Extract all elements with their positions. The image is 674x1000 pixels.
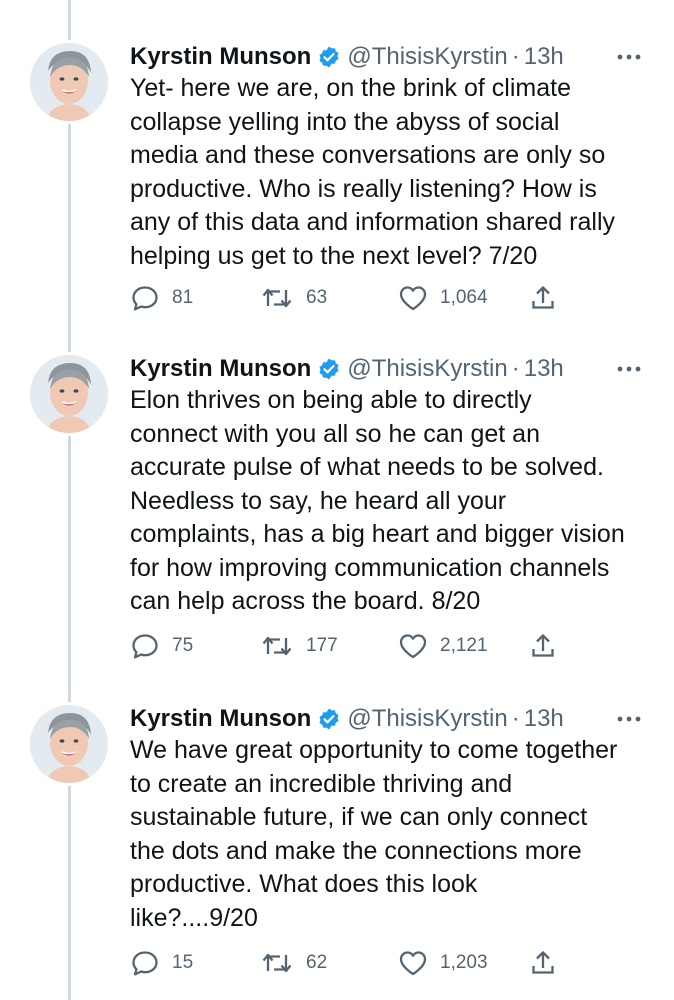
reply-count: 81	[172, 287, 194, 308]
like-count: 1,064	[440, 287, 488, 308]
reply-icon	[130, 949, 160, 977]
tweet[interactable]: Kyrstin Munson @ThisisKyrstin · 13h We h…	[0, 702, 674, 992]
reply-count: 75	[172, 635, 194, 656]
separator-dot: ·	[511, 43, 520, 70]
avatar-image	[30, 355, 108, 433]
separator-dot: ·	[511, 705, 520, 732]
like-icon	[398, 949, 428, 977]
author-handle[interactable]: @ThisisKyrstin	[347, 43, 507, 71]
more-icon[interactable]	[612, 40, 646, 74]
avatar[interactable]	[27, 702, 111, 786]
like-count: 2,121	[440, 635, 488, 656]
author-handle[interactable]: @ThisisKyrstin	[347, 355, 507, 383]
retweet-icon	[260, 285, 294, 311]
author-handle[interactable]: @ThisisKyrstin	[347, 705, 507, 733]
tweet[interactable]: Kyrstin Munson @ThisisKyrstin · 13h Yet-…	[0, 40, 674, 340]
timestamp[interactable]: 13h	[524, 355, 564, 383]
separator-dot: ·	[511, 355, 520, 382]
tweet-text: Elon thrives on being able to directly c…	[130, 386, 625, 615]
tweet-header: Kyrstin Munson @ThisisKyrstin · 13h	[130, 352, 650, 386]
reply-button[interactable]: 81	[130, 283, 193, 313]
reply-count: 15	[172, 952, 194, 973]
share-button[interactable]	[530, 631, 556, 661]
share-icon	[530, 632, 556, 660]
tweet[interactable]: Kyrstin Munson @ThisisKyrstin · 13h Elon…	[0, 352, 674, 672]
reply-button[interactable]: 75	[130, 631, 193, 661]
reply-button[interactable]: 15	[130, 948, 193, 978]
avatar-image	[30, 43, 108, 121]
timestamp[interactable]: 13h	[524, 43, 564, 71]
verified-badge-icon	[317, 707, 341, 731]
verified-badge-icon	[317, 357, 341, 381]
avatar[interactable]	[27, 352, 111, 436]
retweet-button[interactable]: 63	[260, 283, 327, 313]
author-name[interactable]: Kyrstin Munson	[130, 355, 311, 383]
retweet-icon	[260, 950, 294, 976]
tweet-header: Kyrstin Munson @ThisisKyrstin · 13h	[130, 40, 650, 74]
share-button[interactable]	[530, 948, 556, 978]
retweet-count: 177	[306, 635, 338, 656]
retweet-button[interactable]: 62	[260, 948, 327, 978]
share-icon	[530, 949, 556, 977]
action-bar: 75 177 2,121	[130, 631, 650, 661]
tweet-text: We have great opportunity to come togeth…	[130, 736, 618, 932]
more-icon[interactable]	[612, 702, 646, 736]
share-button[interactable]	[530, 283, 556, 313]
author-name[interactable]: Kyrstin Munson	[130, 705, 311, 733]
timestamp[interactable]: 13h	[524, 705, 564, 733]
action-bar: 15 62 1,203	[130, 948, 650, 978]
retweet-button[interactable]: 177	[260, 631, 338, 661]
share-icon	[530, 284, 556, 312]
like-button[interactable]: 1,064	[398, 283, 488, 313]
retweet-count: 62	[306, 952, 328, 973]
more-icon[interactable]	[612, 352, 646, 386]
author-name[interactable]: Kyrstin Munson	[130, 43, 311, 71]
action-bar: 81 63 1,064	[130, 283, 650, 313]
like-button[interactable]: 1,203	[398, 948, 488, 978]
like-button[interactable]: 2,121	[398, 631, 488, 661]
tweet-header: Kyrstin Munson @ThisisKyrstin · 13h	[130, 702, 650, 736]
like-icon	[398, 284, 428, 312]
verified-badge-icon	[317, 45, 341, 69]
avatar[interactable]	[27, 40, 111, 124]
tweet-text: Yet- here we are, on the brink of climat…	[130, 74, 615, 270]
reply-icon	[130, 632, 160, 660]
like-count: 1,203	[440, 952, 488, 973]
avatar-image	[30, 705, 108, 783]
retweet-count: 63	[306, 287, 328, 308]
reply-icon	[130, 284, 160, 312]
retweet-icon	[260, 633, 294, 659]
like-icon	[398, 632, 428, 660]
